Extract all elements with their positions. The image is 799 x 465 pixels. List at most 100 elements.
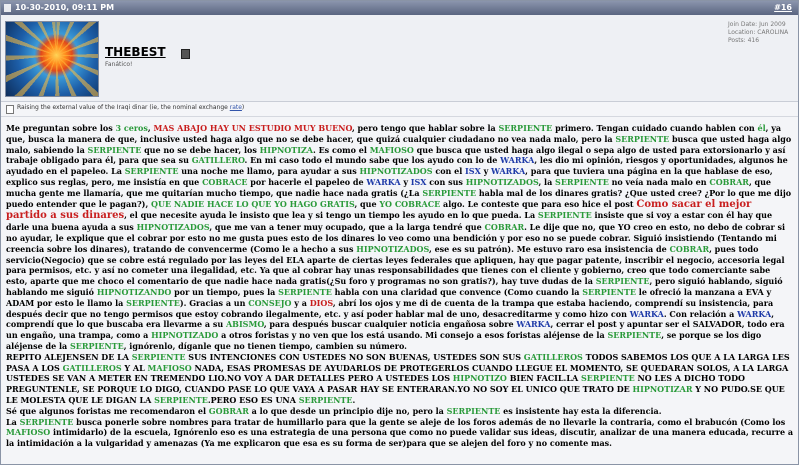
- p1-segment: DIOS: [309, 297, 333, 308]
- location: Location: CAROLINA: [728, 29, 789, 36]
- post-number-link[interactable]: #16: [774, 1, 792, 15]
- p1-segment: . Con relación a: [663, 308, 738, 319]
- p1-segment: QUE NADIE HACE LO QUE: [151, 198, 272, 209]
- p1-segment: a otros foristas y no ven que los está u…: [218, 330, 608, 341]
- p1-segment: SERPIENTE: [582, 286, 636, 297]
- paragraph-2: REPITO ALEJENSEN DE LA SERPIENTE SUS INT…: [6, 352, 793, 406]
- avatar: [5, 21, 99, 97]
- p1-segment: , el que necesite ayuda le insisto que l…: [124, 210, 538, 221]
- p2-segment: HIPNOTIZO: [452, 373, 507, 384]
- p1-segment: , ese es su patrón). Me estuvo raro esa …: [429, 243, 670, 254]
- p1-segment: GATILLERO: [191, 155, 245, 166]
- p4-segment: SERPIENTE: [19, 416, 74, 427]
- p1-segment: con el: [432, 166, 466, 177]
- p1-segment: COBRAR: [484, 222, 525, 233]
- p1-segment: . En mi caso todo el mundo sabe que los …: [244, 155, 501, 166]
- p1-segment: HIPNOTIZADOS: [465, 176, 539, 187]
- forum-post: 10-30-2010, 09:11 PM #16 THEBEST Fanátic…: [0, 0, 799, 465]
- paragraph-1: Me preguntan sobre los 3 ceros, MAS ABAJ…: [6, 123, 793, 352]
- p2-segment: .PERO ESO ES UNA: [207, 394, 299, 405]
- p2-segment: HIPNOTIZAR: [632, 384, 693, 395]
- p1-segment: . Es como el: [313, 144, 370, 155]
- p1-segment: algo. Le conteste que para eso hice el p…: [440, 198, 637, 209]
- p1-segment: HIPNOTIZADOS: [136, 222, 210, 233]
- p2-segment: SERPIENTE: [131, 351, 186, 362]
- p1-segment: él: [757, 123, 766, 133]
- p1-segment: SERPIENTE: [537, 210, 592, 221]
- p1-segment: MAFIOSO: [369, 144, 414, 155]
- p3-segment: a lo que desde un principio dije no, per…: [248, 405, 447, 416]
- username-link[interactable]: THEBEST: [105, 45, 166, 59]
- p1-segment: WARKA: [516, 319, 551, 330]
- p2-segment: SERPIENTE: [154, 394, 208, 405]
- p1-segment: ISX: [465, 166, 481, 177]
- p3-segment: es insistente hay esta la diferencia.: [500, 405, 662, 416]
- p1-segment: , para después buscar cualquier noticia …: [263, 319, 517, 330]
- p1-segment: SERPIENTE: [607, 330, 662, 341]
- p1-segment: CONSEJO: [248, 297, 292, 308]
- subject-close: ): [241, 104, 245, 111]
- post-date: 10-30-2010, 09:11 PM: [15, 3, 115, 12]
- p3-segment: SERPIENTE: [446, 405, 501, 416]
- p1-segment: primero. Tengan cuidado cuando hablen co…: [552, 123, 758, 133]
- post-body: Me preguntan sobre los 3 ceros, MAS ABAJ…: [1, 117, 798, 449]
- p1-segment: y: [400, 176, 411, 187]
- p1-segment: WARKA: [737, 308, 772, 319]
- p1-segment: COBRAR: [709, 176, 749, 187]
- p1-segment: con sus: [426, 176, 466, 187]
- p1-segment: HAGO GRATIS: [289, 198, 355, 209]
- p4-segment: busca ponerle sobre nombres para tratar …: [73, 416, 786, 427]
- p1-segment: habla con una claridad que convence (Com…: [331, 286, 583, 297]
- p1-segment: MAS ABAJO HAY UN ESTUDIO MUY BUENO: [153, 123, 352, 133]
- p4-segment: MAFIOSO: [6, 427, 51, 438]
- p1-segment: , la: [538, 176, 556, 187]
- p1-segment: WARKA: [366, 176, 401, 187]
- p1-segment: WARKA: [500, 155, 535, 166]
- p1-segment: HIPNOTIZADOS: [356, 243, 430, 254]
- p1-segment: no veía nada malo en: [608, 176, 710, 187]
- p1-segment: HIPNOTIZA: [259, 144, 314, 155]
- p2-segment: GATILLEROS: [62, 362, 122, 373]
- p1-segment: SERPIENTE: [87, 144, 142, 155]
- online-status-icon: [181, 49, 190, 59]
- p1-segment: 3 ceros: [115, 123, 148, 133]
- p1-segment: ). Gracias a un: [179, 297, 249, 308]
- user-stats: Join Date: Jun 2009 Location: CAROLINA P…: [728, 21, 790, 45]
- p2-segment: BIEN FACIL.LA: [506, 373, 581, 384]
- p2-segment: GATILLEROS: [523, 351, 583, 362]
- p4-segment: La: [6, 416, 20, 427]
- p2-segment: SERPIENTE: [580, 373, 635, 384]
- p1-segment: WARKA: [629, 308, 664, 319]
- p1-segment: SERPIENTE: [69, 340, 124, 351]
- paragraph-3: Sé que algunos foristas me recomendaron …: [6, 406, 793, 417]
- p2-segment: .: [352, 394, 356, 405]
- p1-segment: , que: [354, 198, 380, 209]
- p2-segment: SUS INTENCIONES CON USTEDES NO SON BUENA…: [185, 351, 524, 362]
- user-info-bar: THEBEST Fanático! Join Date: Jun 2009 Lo…: [1, 15, 798, 102]
- p1-segment: SERPIENTE: [498, 123, 553, 133]
- p1-segment: y: [480, 166, 491, 177]
- subject-rate-link[interactable]: rate: [230, 104, 242, 111]
- p1-segment: SERPIENTE: [555, 176, 609, 187]
- p1-segment: , ignórenlo, díganle que no tienen tiemp…: [123, 340, 407, 351]
- p1-segment: por hacerle el papeleo de: [247, 176, 367, 187]
- p2-segment: Y AL: [121, 362, 148, 373]
- p1-segment: COBRACE: [394, 198, 441, 209]
- p3-segment: Sé que algunos foristas me recomendaron …: [6, 405, 209, 416]
- document-icon: [6, 105, 14, 114]
- p1-segment: COBRACE: [202, 176, 248, 187]
- p1-segment: que no se debe hacer, los: [141, 144, 260, 155]
- p1-segment: COBRAR: [669, 243, 710, 254]
- p1-segment: HIPNOTIZADOS: [359, 166, 433, 177]
- post-icon: [4, 4, 11, 12]
- p1-segment: HIPNOTIZANDO: [96, 286, 172, 297]
- subject-text: Raising the external value of the Iraqi …: [17, 104, 230, 111]
- p2-segment: SERPIENTE: [298, 394, 353, 405]
- p3-segment: GOBRAR: [208, 405, 249, 416]
- p1-segment: Me preguntan sobre los: [6, 123, 116, 133]
- p1-segment: ABISMO: [225, 319, 264, 330]
- p1-segment: SERPIENTE: [278, 286, 332, 297]
- user-title: Fanático!: [105, 61, 133, 68]
- post-count: Posts: 416: [728, 37, 760, 44]
- p1-segment: WARKA: [491, 166, 526, 177]
